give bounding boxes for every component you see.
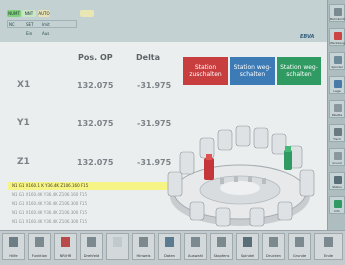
mode-pill-nnt[interactable]: NNT [22, 10, 36, 17]
right-tool-button[interactable]: Info [329, 196, 345, 214]
bottom-button-help[interactable]: Hilfe [2, 233, 25, 260]
bottom-button-stop[interactable]: Stopfens [210, 233, 233, 260]
axis-x1-label: X1 [17, 80, 31, 90]
bottom-button-nrhr[interactable]: NR/HR [54, 233, 77, 260]
right-tool-button[interactable]: Tisch [329, 124, 345, 142]
axis-z1-label: Z1 [17, 157, 30, 167]
station-on-button[interactable]: Station zuschalten [183, 57, 228, 85]
bottom-button-hint[interactable]: Hinweis [132, 233, 155, 260]
mode-pill-numt[interactable]: NUMT [7, 10, 21, 17]
axis-y1-label: Y1 [17, 118, 30, 128]
bottom-button-data[interactable]: Daten [158, 233, 181, 260]
bottom-button-spindle[interactable]: Spindel [236, 233, 259, 260]
station-off-button-blue[interactable]: Station weg-schalten [230, 57, 275, 85]
right-tool-button[interactable]: Spindel [329, 52, 345, 70]
right-tool-button[interactable]: Grund [329, 148, 345, 166]
axis-x1-pos: 132.075 [77, 81, 114, 90]
mode-pill-indicator [80, 10, 94, 17]
nc-program-list: N1 G1 X160.1 K Y36.4K Z106.160 F15 N1 G1… [8, 182, 178, 226]
station-marker-green [284, 146, 292, 170]
right-toolbar: Bahnkontrolle Werkzeug Spindel Lage Pale… [327, 0, 345, 230]
bottom-button-print[interactable]: Drucken [262, 233, 285, 260]
right-tool-button[interactable]: Lage [329, 76, 345, 94]
bottom-button-select[interactable]: Auswahl [184, 233, 207, 260]
status-frame [7, 20, 77, 28]
bottom-button-end[interactable]: Ende [314, 233, 343, 260]
nc-line[interactable]: N1 G1 X160.4K Y36.4K Z106.160 F15 [8, 191, 178, 199]
right-tool-button[interactable]: Bahnkontrolle [329, 4, 345, 22]
bottom-button-rotary[interactable]: Drehfeld [80, 233, 103, 260]
axis-y1-pos: 132.075 [77, 119, 114, 128]
status-bar: NUMT NNT AUTO NC SET Imit Ein Aus EBVA [0, 0, 327, 42]
nc-line[interactable]: N1 G1 X160.4K Y36.4K Z106.300 F15 [8, 218, 178, 226]
mode-pill-auto[interactable]: AUTO [38, 10, 50, 17]
right-tool-button[interactable]: Palette [329, 100, 345, 118]
nc-line-active[interactable]: N1 G1 X160.1 K Y36.4K Z106.160 F15 [8, 182, 178, 190]
station-off-button-green[interactable]: Station weg-schalten [277, 57, 321, 85]
machine-illustration [160, 112, 327, 230]
position-header: Pos. OP [78, 53, 113, 62]
axis-x1-delta: -31.975 [137, 81, 172, 90]
axis-z1-pos: 132.075 [77, 158, 114, 167]
delta-header: Delta [136, 53, 161, 62]
status-label-d: Ein [26, 31, 33, 36]
brand-logo: EBVA [300, 34, 315, 40]
right-tool-button[interactable]: Status [329, 172, 345, 190]
nc-line[interactable]: N1 G1 X160.4K Y36.4K Z106.300 F15 [8, 200, 178, 208]
bottom-button-basics[interactable]: Grunde [288, 233, 311, 260]
nc-line[interactable]: N1 G1 X160.4K Y36.4K Z106.300 F15 [8, 209, 178, 217]
bottom-button-blank[interactable] [106, 233, 129, 260]
bottom-button-function[interactable]: Funktion [28, 233, 51, 260]
status-label-e: Aus [42, 31, 50, 36]
right-tool-button[interactable]: Werkzeug [329, 28, 345, 46]
